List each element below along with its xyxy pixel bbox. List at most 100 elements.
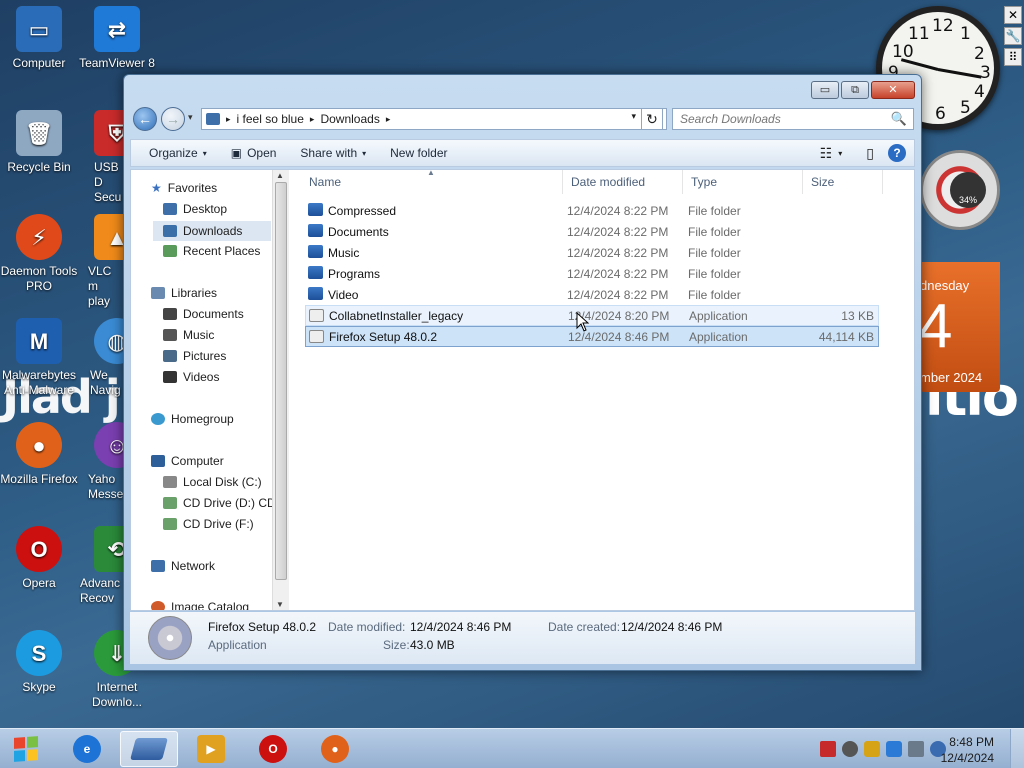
open-button[interactable]: ▣ Open [219,146,289,160]
column-header-size[interactable]: Size [803,170,883,194]
chevron-down-icon[interactable]: ▾ [838,149,842,158]
breadcrumb-separator[interactable]: ▸ [310,114,315,125]
desktop-icon-firefox[interactable]: ● Mozilla Firefox [0,422,78,487]
desktop-icon-web-navigator[interactable]: ◍ We Navig [78,318,123,398]
shield-icon[interactable] [820,741,836,757]
desktop-icon-recycle-bin[interactable]: 🗑 Recycle Bin [0,110,78,175]
desktop-icon-vlc[interactable]: ▲ VLC m play [78,214,123,309]
media-player-icon: ▶ [197,735,225,763]
search-icon[interactable]: 🔍 [891,111,907,127]
breadcrumb-user-folder[interactable]: i feel so blue [237,112,304,126]
file-row[interactable]: Video 12/4/2024 8:22 PM File folder [305,284,879,305]
wrench-icon[interactable]: 🔧 [1004,27,1022,45]
desktop-icon-skype[interactable]: S Skype [0,630,78,695]
nav-image-catalog[interactable]: Image Catalog [151,600,249,610]
address-bar[interactable]: ▸ i feel so blue ▸ Downloads ▸ ▾ [201,108,667,130]
downloads-folder-icon [163,225,177,237]
nav-local-disk[interactable]: Local Disk (C:) [163,475,262,489]
flag-icon[interactable] [886,741,902,757]
refresh-button[interactable]: ↻ [641,108,663,130]
nav-recent-places[interactable]: Recent Places [163,244,260,258]
taskbar-internet-explorer[interactable]: e [58,731,116,767]
breadcrumb-separator[interactable]: ▸ [386,114,391,125]
file-row[interactable]: Music 12/4/2024 8:22 PM File folder [305,242,879,263]
search-placeholder: Search Downloads [680,112,781,126]
scroll-down-icon[interactable]: ▼ [276,600,284,609]
desktop-icon-yahoo-messenger[interactable]: ☺ Yaho Messe [78,422,123,502]
column-header-date-modified[interactable]: Date modified [563,170,683,194]
share-with-button[interactable]: Share with ▾ [288,146,378,160]
scroll-up-icon[interactable]: ▲ [276,171,284,180]
nav-libraries[interactable]: Libraries [151,286,217,300]
drag-handle-icon[interactable]: ⠿ [1004,48,1022,66]
image-catalog-icon [151,601,165,610]
desktop-icon-label: Skype [22,680,56,694]
file-type: File folder [688,203,741,218]
cd-drive-icon [163,518,177,530]
back-button[interactable]: ← [133,107,157,131]
taskbar-windows-explorer[interactable] [120,731,178,767]
daemon-tray-icon[interactable] [864,741,880,757]
column-header-name[interactable]: Name [301,170,563,194]
nav-downloads[interactable]: Downloads [153,221,271,241]
search-input[interactable]: Search Downloads 🔍 [672,108,914,130]
nav-cd-drive-f[interactable]: CD Drive (F:) [163,517,254,531]
nav-computer[interactable]: Computer [151,454,224,468]
recent-pages-dropdown[interactable]: ▾ [188,112,193,123]
minimize-button[interactable]: ▭ [811,81,839,99]
nav-documents[interactable]: Documents [163,307,244,321]
new-folder-button[interactable]: New folder [378,146,459,160]
start-button[interactable] [4,731,48,767]
desktop-icon-usb[interactable]: ⛨ USB D Secu [78,110,123,205]
show-desktop-button[interactable] [1010,729,1024,768]
nav-cd-drive-d-label: CD Drive (D:) CD [183,496,272,510]
desktop-icon-label: Yaho Messe [88,472,123,501]
file-size: 44,114 KB [818,329,874,344]
nav-pictures[interactable]: Pictures [163,349,226,363]
nav-favorites-label: Favorites [167,181,218,195]
file-row[interactable]: Firefox Setup 48.0.2 12/4/2024 8:46 PM A… [305,326,879,347]
breadcrumb-downloads[interactable]: Downloads [320,112,379,126]
close-icon[interactable]: ✕ [1004,6,1022,24]
details-size: 43.0 MB [410,638,455,652]
taskbar-opera[interactable]: O [244,731,302,767]
desktop-icon-computer[interactable]: ▭ Computer [0,6,78,71]
nav-cd-drive-d[interactable]: CD Drive (D:) CD [163,496,272,510]
breadcrumb-separator[interactable]: ▸ [226,114,231,125]
desktop-icon-advanced-recovery[interactable]: ⟲ Advanc Recov [78,526,123,606]
file-date: 12/4/2024 8:22 PM [567,224,669,239]
scrollbar-thumb[interactable] [275,182,287,580]
nav-favorites[interactable]: ★ Favorites [151,181,217,195]
desktop-icon-daemon-tools[interactable]: ⚡ Daemon Tools PRO [0,214,78,294]
preview-pane-icon[interactable]: ▯ [866,145,874,162]
calendar-gadget[interactable]: dnesday 4 mber 2024 [920,262,1000,392]
file-row[interactable]: Compressed 12/4/2024 8:22 PM File folder [305,200,879,221]
column-header-type[interactable]: Type [683,170,803,194]
taskbar-clock[interactable]: 8:48 PM 12/4/2024 [941,734,994,766]
help-button[interactable]: ? [888,144,906,162]
desktop-icon-teamviewer[interactable]: ⇄ TeamViewer 8 [78,6,156,71]
nav-music[interactable]: Music [163,328,214,342]
file-row[interactable]: Programs 12/4/2024 8:22 PM File folder [305,263,879,284]
close-button[interactable]: ✕ [871,81,915,99]
desktop-icon-malwarebytes[interactable]: M Malwarebytes Anti-Malware [0,318,78,398]
nav-desktop[interactable]: Desktop [163,202,227,216]
file-row[interactable]: CollabnetInstaller_legacy 12/4/2024 8:20… [305,305,879,326]
nav-homegroup[interactable]: Homegroup [151,412,234,426]
nav-videos[interactable]: Videos [163,370,219,384]
desktop-icon-opera[interactable]: O Opera [0,526,78,591]
address-dropdown[interactable]: ▾ [631,111,636,122]
file-row[interactable]: Documents 12/4/2024 8:22 PM File folder [305,221,879,242]
nav-network[interactable]: Network [151,559,215,573]
taskbar-media-player[interactable]: ▶ [182,731,240,767]
explorer-window: ▭ ⧉ ✕ ← → ▾ ▸ i feel so blue ▸ Downloads… [123,74,922,671]
messenger-icon[interactable] [842,741,858,757]
command-bar: Organize ▾ ▣ Open Share with ▾ New folde… [130,139,915,167]
navigation-scrollbar[interactable]: ▲ ▼ [272,170,289,610]
network-tray-icon[interactable] [908,741,924,757]
maximize-button[interactable]: ⧉ [841,81,869,99]
forward-button[interactable]: → [161,107,185,131]
views-icon[interactable]: ☷ [820,145,833,162]
organize-button[interactable]: Organize ▾ [137,146,219,160]
taskbar-firefox[interactable]: ● [306,731,364,767]
